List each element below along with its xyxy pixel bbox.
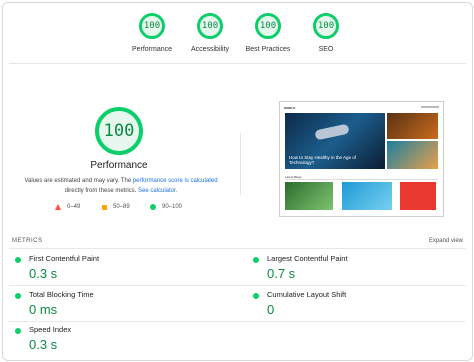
metric-label: Total Blocking Time [29, 290, 94, 299]
metric-value: 0.3 s [29, 337, 58, 352]
divider [9, 285, 466, 286]
blog-card-image [342, 182, 392, 210]
metric-label: Speed Index [29, 325, 72, 334]
hero-image: How to Stay Healthy in the Age of Techno… [285, 113, 385, 169]
site-logo: WORLD [284, 106, 296, 110]
side-image [387, 141, 438, 169]
pass-circle-icon [15, 293, 21, 299]
metric-value: 0 [267, 302, 275, 317]
pass-circle-icon [15, 328, 21, 334]
best-practices-score-ring: 100 [255, 13, 281, 39]
average-square-icon [102, 204, 107, 210]
seo-score-ring: 100 [313, 13, 339, 39]
side-image [387, 113, 438, 139]
page-screenshot-thumbnail[interactable]: WORLD How to Stay Healthy in the Age of … [279, 101, 444, 217]
pass-circle-icon [253, 257, 259, 263]
metric-fcp: First Contentful Paint 0.3 s [15, 254, 215, 288]
accessibility-score-ring: 100 [197, 13, 223, 39]
score-disclaimer: Values are estimated and may vary. The p… [21, 176, 221, 196]
metric-tbt: Total Blocking Time 0 ms [15, 290, 215, 324]
metric-value: 0.7 s [267, 266, 296, 281]
robot-hand-graphic [314, 123, 350, 141]
summary-gauges: 100 Performance 100 Accessibility 100 Be… [3, 13, 472, 65]
pass-circle-icon [253, 293, 259, 299]
section-divider [285, 179, 438, 180]
divider [9, 63, 466, 64]
gauge-label: SEO [318, 46, 334, 53]
metric-value: 0 ms [29, 302, 58, 317]
blog-card-image [285, 182, 333, 210]
pass-circle-icon [150, 204, 156, 210]
metrics-heading: METRICS [12, 238, 43, 244]
fail-triangle-icon [55, 204, 61, 210]
legend-pass: 90–100 [150, 204, 182, 210]
expand-view-toggle[interactable]: Expand view [429, 238, 463, 244]
metric-label: Largest Contentful Paint [267, 254, 348, 263]
performance-title: Performance [90, 160, 148, 171]
hero-headline: How to Stay Healthy in the Age of Techno… [289, 155, 357, 165]
pass-circle-icon [15, 257, 21, 263]
blog-card-image [400, 182, 436, 210]
metric-lcp: Largest Contentful Paint 0.7 s [253, 254, 453, 288]
legend-label: 90–100 [162, 204, 183, 210]
divider [9, 321, 466, 322]
metric-label: Cumulative Layout Shift [267, 290, 347, 299]
legend-label: 0–49 [67, 204, 81, 210]
metric-label: First Contentful Paint [29, 254, 100, 263]
calculator-link[interactable]: See calculator. [138, 188, 177, 194]
metric-value: 0.3 s [29, 266, 58, 281]
divider [9, 248, 466, 249]
site-nav [421, 106, 439, 108]
performance-score-link[interactable]: performance score is calculated [133, 178, 218, 184]
metric-speed-index: Speed Index 0.3 s [15, 325, 215, 359]
legend-fail: 0–49 [55, 204, 80, 210]
gauge-seo[interactable]: 100 SEO [291, 13, 361, 53]
performance-score-ring: 100 [139, 13, 165, 39]
legend-label: 50–89 [113, 204, 130, 210]
score-legend: 0–49 50–89 90–100 [55, 204, 215, 214]
performance-main-score: 100 [95, 107, 143, 155]
disclaimer-text: directly from these metrics. [64, 188, 138, 194]
legend-average: 50–89 [102, 204, 130, 210]
disclaimer-text: Values are estimated and may vary. The [24, 178, 133, 184]
lighthouse-report: 100 Performance 100 Accessibility 100 Be… [2, 2, 473, 361]
vertical-divider [240, 133, 241, 195]
metric-cls: Cumulative Layout Shift 0 [253, 290, 453, 324]
